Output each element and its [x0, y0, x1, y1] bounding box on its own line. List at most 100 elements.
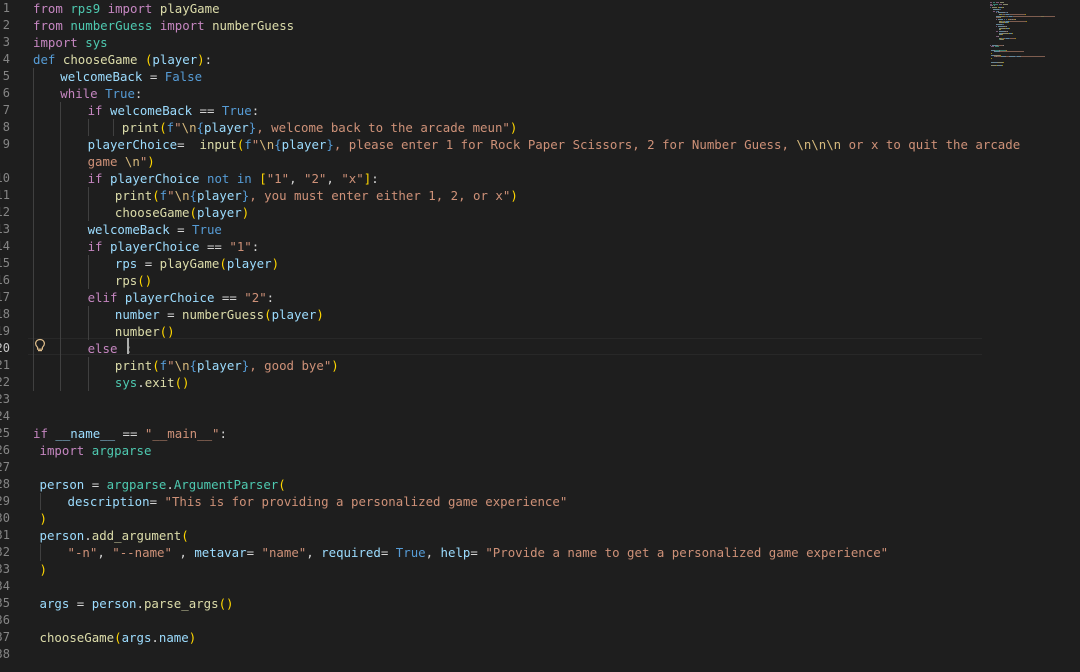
code-token: ( [159, 120, 167, 135]
indent-guide [112, 119, 114, 136]
indent-guide [33, 272, 34, 289]
indent-guide [33, 289, 34, 306]
code-token: , [306, 545, 322, 560]
code-line[interactable]: ) [40, 561, 970, 578]
minimap[interactable] [984, 0, 1080, 70]
code-token: : [251, 103, 260, 118]
code-token: numberGuess [212, 18, 295, 33]
indent-guide [60, 255, 62, 272]
indent-guide [60, 187, 62, 204]
code-token: : [371, 171, 379, 186]
code-line[interactable] [33, 408, 963, 425]
code-token: : [251, 239, 260, 254]
code-token: "1" [229, 239, 252, 254]
minimap-mark [1009, 27, 1010, 29]
code-token: ) [316, 307, 324, 322]
code-line[interactable]: from numberGuess import numberGuess [33, 17, 963, 34]
code-line[interactable]: rps = playGame(player) [115, 255, 1045, 272]
code-line[interactable]: def chooseGame (player): [33, 51, 963, 68]
code-area[interactable]: from rps9 import playGame from numberGues… [0, 0, 1080, 672]
code-token: , you must enter either 1, 2, or x" [249, 188, 511, 203]
code-token: True [105, 86, 135, 101]
code-line[interactable] [33, 646, 963, 663]
indent-guide [60, 374, 62, 391]
code-token: = [69, 596, 92, 611]
code-line[interactable]: number = numberGuess(player) [115, 306, 1045, 323]
code-line[interactable]: print(f"\n{player}, welcome back to the … [122, 119, 1052, 136]
code-token: person [39, 477, 85, 492]
minimap-mark [1000, 51, 1024, 53]
code-token: player [281, 137, 327, 152]
code-line[interactable]: ) [40, 510, 970, 527]
code-line[interactable]: "-n", "--name" , metavar= "name", requir… [68, 544, 998, 561]
code-line[interactable]: elif playerChoice == "2": [88, 289, 1018, 306]
code-token: welcomeBack [109, 103, 193, 118]
indent-guide [60, 119, 62, 136]
code-token: . [136, 596, 144, 611]
code-line[interactable]: if playerChoice == "1": [88, 238, 1018, 255]
code-line[interactable]: else : [88, 340, 1018, 357]
code-line[interactable]: playerChoice= input(f"\n{player}, please… [88, 136, 1021, 153]
code-token: "This is for providing a personalized ga… [164, 494, 568, 509]
code-line[interactable]: import sys [33, 34, 963, 51]
minimap-mark [1008, 22, 1009, 24]
indent-guide [87, 357, 89, 374]
indent-guide [87, 272, 89, 289]
code-token: playGame [159, 256, 220, 271]
code-line[interactable]: rps() [115, 272, 1045, 289]
code-line[interactable]: person.add_argument( [40, 527, 970, 544]
code-line[interactable]: person = argparse.ArgumentParser( [40, 476, 970, 493]
code-line[interactable]: print(f"\n{player}, good bye") [115, 357, 1045, 374]
code-line[interactable]: game \n") [88, 153, 1018, 170]
code-line[interactable]: sys.exit() [115, 374, 1045, 391]
code-token: chooseGame [62, 52, 138, 67]
code-line[interactable] [33, 578, 963, 595]
code-token: ) [197, 52, 205, 67]
code-token: = [137, 256, 160, 271]
code-line[interactable]: if __name__ == "__main__": [33, 425, 963, 442]
code-token: print [114, 188, 153, 203]
code-token: import [33, 35, 78, 50]
code-line[interactable]: import argparse [40, 442, 970, 459]
code-line[interactable]: description= "This is for providing a pe… [68, 493, 998, 510]
indent-guide [87, 204, 89, 221]
minimap-mark [991, 46, 994, 48]
indent-guide [33, 374, 34, 391]
code-token: = [159, 307, 183, 322]
indent-guide [87, 323, 89, 340]
code-line[interactable]: print(f"\n{player}, you must enter eithe… [115, 187, 1045, 204]
code-token: if [33, 426, 48, 441]
code-token: , [326, 171, 342, 186]
text-cursor [127, 338, 129, 354]
code-token: "2" [304, 171, 327, 186]
code-line[interactable]: chooseGame(player) [115, 204, 1045, 221]
code-token: or x to quit the arcade [841, 137, 1021, 152]
code-token: parse_args [143, 596, 219, 611]
code-token: number [114, 324, 160, 339]
code-line[interactable] [33, 459, 963, 476]
code-line[interactable]: if welcomeBack == True: [88, 102, 1018, 119]
lightbulb-icon[interactable] [33, 337, 47, 354]
code-editor[interactable]: 1234567891011121314151617181920212223242… [0, 0, 1080, 672]
code-line[interactable]: from rps9 import playGame [33, 0, 963, 17]
indent-guide [33, 119, 34, 136]
code-token: \n\n\n [796, 137, 842, 152]
indent-guide [60, 272, 62, 289]
code-line[interactable]: welcomeBack = True [88, 221, 1018, 238]
code-token: elif [87, 290, 118, 305]
code-token: . [137, 375, 145, 390]
code-line[interactable]: if playerChoice not in ["1", "2", "x"]: [88, 170, 1018, 187]
code-token: = [246, 545, 262, 560]
code-line[interactable]: while True: [60, 85, 990, 102]
indent-guide [33, 221, 34, 238]
code-line[interactable]: number() [115, 323, 1045, 340]
code-token: True [395, 545, 426, 560]
minimap-mark [1012, 32, 1013, 34]
code-line[interactable]: welcomeBack = False [60, 68, 990, 85]
code-line[interactable]: chooseGame(args.name) [40, 629, 970, 646]
code-line[interactable] [33, 391, 963, 408]
code-line[interactable] [33, 612, 963, 629]
code-line[interactable]: args = person.parse_args() [40, 595, 970, 612]
code-token: game [87, 154, 125, 169]
